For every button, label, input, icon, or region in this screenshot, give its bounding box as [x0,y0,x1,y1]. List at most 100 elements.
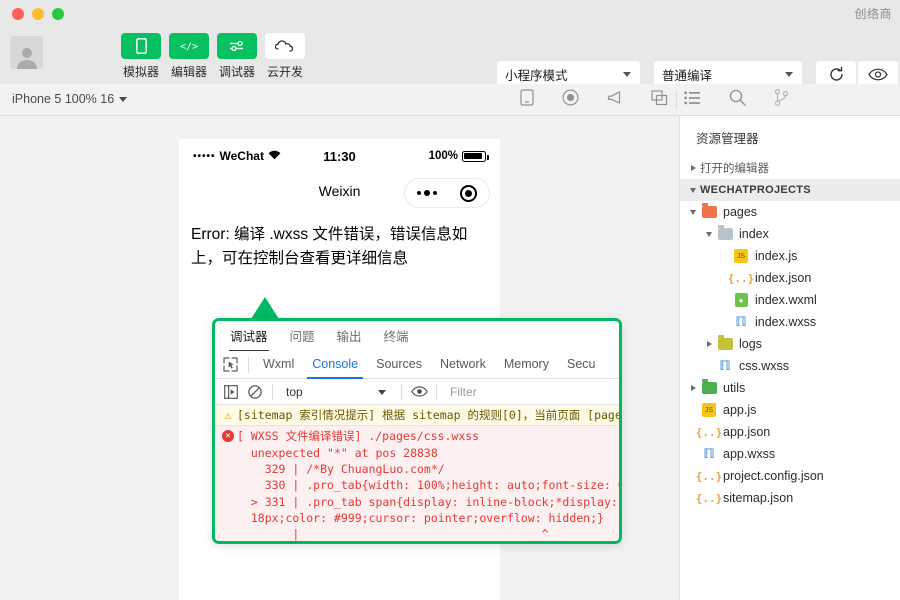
warning-icon: ⚠ [219,407,237,423]
devtools-tab-bar: 调试器 问题 输出 终端 [215,321,619,351]
file-explorer-pane: 资源管理器 打开的编辑器 WECHATPROJECTS pagesindexJS… [679,116,900,600]
close-target-icon[interactable] [460,185,477,202]
console-filter-input[interactable]: Filter [442,382,619,402]
more-dots-icon[interactable] [417,190,437,196]
filterbar-divider-3 [436,384,437,400]
chevron-down-icon [785,72,793,77]
main-toolbar: 模拟器 </> 编辑器 调试器 [0,28,900,84]
json-file-icon: {..} [732,272,750,285]
tab-problems[interactable]: 问题 [281,321,324,351]
devtools-panel: 调试器 问题 输出 终端 Wxml Console Sources Networ… [212,318,622,544]
maximize-window-button[interactable] [52,8,64,20]
chevron-right-icon[interactable] [686,385,700,391]
file-tree-item[interactable]: pages [680,201,900,223]
inspect-element-icon[interactable] [217,352,243,378]
file-tree-item[interactable]: index [680,223,900,245]
json-file-icon: {..} [700,426,718,439]
file-tree-item[interactable]: {..} project.config.json [680,465,900,487]
subtab-console[interactable]: Console [303,351,367,378]
project-root-section[interactable]: WECHATPROJECTS [680,179,900,201]
mobile-icon[interactable] [520,89,534,111]
file-tree-item[interactable]: ●index.wxml [680,289,900,311]
filterbar-divider-2 [401,384,402,400]
file-tree-item-label: project.config.json [723,469,824,483]
user-icon [14,45,40,69]
file-tree-item[interactable]: JSapp.js [680,399,900,421]
code-icon: </> [169,33,209,59]
file-tree-item-label: utils [723,381,745,395]
phone-status-bar: ••••• WeChat 11:30 100% [179,139,500,173]
phone-icon [121,33,161,59]
list-icon[interactable] [684,91,701,110]
file-tree-item[interactable]: {..} app.json [680,421,900,443]
file-tree-item[interactable]: {..} sitemap.json [680,487,900,509]
console-message-warning[interactable]: ⚠ [sitemap 索引情况提示] 根据 sitemap 的规则[0]，当前页… [215,405,619,426]
device-selector[interactable]: iPhone 5 100% 16 [12,92,127,106]
avatar[interactable] [10,36,43,69]
mode-button-editor[interactable]: </> 编辑器 [168,33,210,80]
chevron-down-icon[interactable] [702,232,716,237]
subtab-sources[interactable]: Sources [367,351,431,378]
tab-terminal[interactable]: 终端 [375,321,418,351]
tab-output[interactable]: 输出 [328,321,371,351]
subtab-divider [248,357,249,373]
sub-toolbar: iPhone 5 100% 16 [0,84,900,116]
window-controls [12,8,64,20]
tab-debugger[interactable]: 调试器 [221,321,277,351]
clear-console-icon[interactable] [243,380,267,404]
folder-icon [700,382,718,394]
console-sidebar-toggle-icon[interactable] [219,380,243,404]
file-tree-item-label: app.json [723,425,770,439]
subtab-network[interactable]: Network [431,351,495,378]
search-icon[interactable] [729,89,746,111]
file-tree-item[interactable]: ℿcss.wxss [680,355,900,377]
record-icon[interactable] [562,89,579,111]
json-file-icon: {..} [700,470,718,483]
chevron-down-icon [623,72,631,77]
file-tree-item[interactable]: JSindex.js [680,245,900,267]
console-message-text: [ WXSS 文件编译错误] ./pages/css.wxss unexpect… [237,428,619,544]
error-icon: ✕ [219,428,237,544]
mode-label-cloud: 云开发 [267,63,303,80]
mode-label-debugger: 调试器 [219,63,255,80]
windows-icon[interactable] [651,90,668,111]
chevron-right-icon[interactable] [702,341,716,347]
file-tree-item[interactable]: utils [680,377,900,399]
minimize-window-button[interactable] [32,8,44,20]
console-eye-icon[interactable] [407,380,431,404]
console-output[interactable]: ⚠ [sitemap 索引情况提示] 根据 sitemap 的规则[0]，当前页… [215,405,619,544]
chevron-down-icon [119,97,127,102]
sub-toolbar-divider [676,90,677,110]
file-tree-item-label: index [739,227,769,241]
title-bar: 创络商 [0,0,900,28]
battery-percent: 100% [429,150,458,162]
console-context-value: top [286,385,303,399]
console-context-select[interactable]: top [278,382,396,402]
file-tree: pages index JSindex.js{..}index.json●index… [680,201,900,509]
mode-label-editor: 编辑器 [171,63,207,80]
json-file-icon: {..} [700,492,718,505]
file-tree-item[interactable]: ℿindex.wxss [680,311,900,333]
mode-button-cloud[interactable]: 云开发 [264,33,306,80]
file-tree-item[interactable]: logs [680,333,900,355]
subtab-security[interactable]: Secu [558,351,605,378]
subtab-memory[interactable]: Memory [495,351,558,378]
compile-mode-value: 普通编译 [662,65,712,84]
console-message-error[interactable]: ✕ [ WXSS 文件编译错误] ./pages/css.wxss unexpe… [215,426,619,544]
mode-button-debugger[interactable]: 调试器 [216,33,258,80]
mode-button-simulator[interactable]: 模拟器 [120,33,162,80]
chevron-down-icon[interactable] [686,210,700,215]
file-tree-item[interactable]: {..}index.json [680,267,900,289]
file-tree-item-label: logs [739,337,762,351]
open-editors-section[interactable]: 打开的编辑器 [680,157,900,179]
close-window-button[interactable] [12,8,24,20]
file-tree-item-label: sitemap.json [723,491,793,505]
wechat-capsule-button[interactable] [404,178,490,208]
subtab-wxml[interactable]: Wxml [254,351,303,378]
git-branch-icon[interactable] [774,89,789,111]
folder-icon [716,338,734,350]
chevron-right-icon [686,165,700,171]
volume-icon[interactable] [607,90,623,110]
file-tree-item[interactable]: ℿapp.wxss [680,443,900,465]
folder-icon [700,206,718,218]
